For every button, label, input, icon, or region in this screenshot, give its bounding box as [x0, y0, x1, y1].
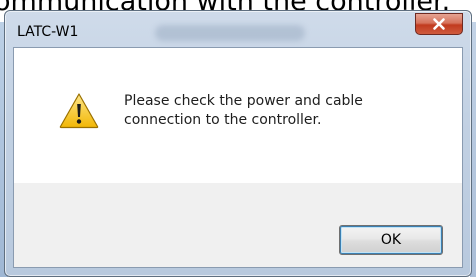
titlebar-blur-artifact — [155, 25, 305, 41]
message-line-1: Please check the power and cable — [124, 93, 363, 109]
dialog-content-area: Please check the power and cable connect… — [14, 48, 462, 183]
message-line-2: connection to the controller. — [124, 112, 322, 128]
warning-icon — [59, 93, 99, 129]
dialog-title: LATC-W1 — [17, 24, 79, 40]
close-icon — [433, 18, 445, 30]
dialog-body: Please check the power and cable connect… — [13, 47, 463, 268]
close-button[interactable] — [415, 13, 463, 35]
message-dialog: LATC-W1 Please check the power and cable… — [4, 10, 472, 277]
ok-button[interactable]: OK — [339, 225, 443, 255]
dialog-message: Please check the power and cable connect… — [124, 92, 444, 130]
